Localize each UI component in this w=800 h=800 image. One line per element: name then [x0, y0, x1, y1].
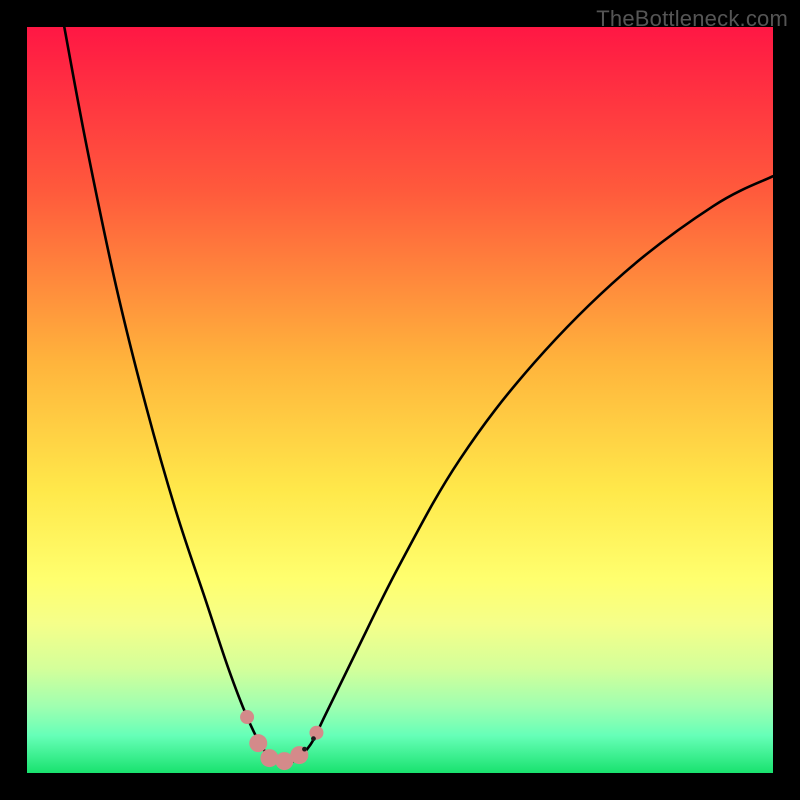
gradient-background	[27, 27, 773, 773]
watermark-text: TheBottleneck.com	[596, 6, 788, 32]
highlight-dot	[249, 734, 267, 752]
chart-frame: TheBottleneck.com	[0, 0, 800, 800]
highlight-dot	[240, 710, 254, 724]
highlight-dot	[260, 749, 278, 767]
dark-dot	[302, 747, 307, 752]
dark-dot	[311, 736, 316, 741]
bottleneck-chart	[27, 27, 773, 773]
